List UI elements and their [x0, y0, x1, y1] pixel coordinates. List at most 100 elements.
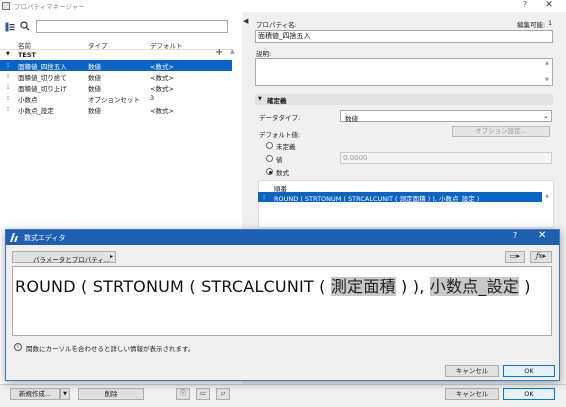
property-default: <数式>: [150, 107, 174, 115]
data-type-value: 数値: [345, 115, 358, 123]
window-titlebar: [0, 0, 566, 12]
column-header-type[interactable]: タイプ: [88, 40, 108, 50]
scroll-down-icon[interactable]: ▼: [545, 77, 549, 83]
property-row[interactable]: ⁝ 小数点_設定 数値 <数式>: [0, 104, 232, 115]
radio-undefined[interactable]: [266, 142, 273, 149]
property-name: 小数点: [18, 96, 38, 104]
definition-section-title: 確定義: [267, 97, 287, 105]
property-default: 3: [150, 94, 155, 102]
collapse-pane-icon[interactable]: ◀: [243, 17, 248, 25]
drag-handle-icon[interactable]: ⁝: [7, 61, 9, 69]
cancel-button[interactable]: キャンセル: [445, 388, 499, 400]
formula-editor-titlebar: [6, 230, 559, 245]
default-value-label: デフォルト値:: [259, 131, 301, 139]
formula-text[interactable]: ROUND ( STRTONUM ( STRCALCUNIT ( 測定面積 ) …: [15, 273, 531, 297]
function-icon: ƒx▸: [535, 252, 547, 260]
property-name-label: プロパティ名:: [256, 21, 297, 29]
drag-handle-icon[interactable]: ⁝: [7, 105, 9, 113]
property-row[interactable]: ⁝ 小数点 オプションセット 3: [0, 93, 232, 104]
data-type-label: データタイプ:: [259, 114, 301, 122]
import-icon[interactable]: ▭: [196, 388, 210, 400]
function-menu-button[interactable]: ƒx▸: [530, 251, 552, 263]
value-field[interactable]: 0.0000: [340, 152, 552, 164]
property-default: <数式>: [150, 63, 174, 71]
formula-token-decimal-setting[interactable]: 小数点_設定: [429, 277, 519, 296]
formula-help-button[interactable]: ?: [513, 231, 517, 240]
keyboard-icon: ▭▸: [509, 252, 521, 260]
column-header-name[interactable]: 名前: [18, 40, 31, 50]
formula-token-measured-area[interactable]: 測定面積: [330, 277, 396, 296]
property-default: <数式>: [150, 74, 174, 82]
add-property-icon[interactable]: +: [215, 48, 225, 58]
expression-text: ROUND ( STRTONUM ( STRCALCUNIT ( 測定面積 ) …: [274, 195, 480, 203]
new-button[interactable]: 新規作成...: [10, 388, 60, 400]
expand-arrow-icon[interactable]: ▼: [6, 51, 10, 57]
property-type: オプションセット: [88, 96, 140, 104]
formula-hint-text: 関数にカーソルを合わせると詳しい情報が表示されます。: [26, 345, 195, 353]
new-dropdown-icon[interactable]: ▼: [60, 388, 70, 400]
property-type: 数値: [88, 107, 101, 115]
property-type: 数値: [88, 85, 101, 93]
formula-editor-icon: [10, 233, 18, 242]
option-settings-button[interactable]: オプション設定...: [452, 126, 550, 137]
editable-value: 1: [548, 19, 553, 27]
drag-handle-icon[interactable]: ⁝: [7, 72, 9, 80]
radio-value-label: 値: [276, 156, 283, 164]
search-icon: [20, 21, 30, 31]
radio-value[interactable]: [266, 155, 273, 162]
property-name: 面積値_切り上げ: [18, 85, 67, 93]
drag-handle-icon[interactable]: ⁝: [263, 193, 265, 201]
property-type: 数値: [88, 74, 101, 82]
group-row-test[interactable]: ▼ TEST: [0, 50, 232, 60]
chevron-down-icon: ⌄: [543, 112, 549, 120]
formula-prefix: ROUND ( STRTONUM ( STRCALCUNIT (: [15, 277, 331, 296]
search-input[interactable]: [36, 20, 228, 33]
close-button[interactable]: ✕: [542, 0, 556, 12]
window-title: プロパティマネージャー: [14, 3, 85, 11]
menu-arrow-icon: ▸: [110, 253, 114, 260]
description-label: 説明:: [256, 50, 272, 58]
scroll-up-icon[interactable]: ▲: [545, 60, 549, 66]
editable-label: 編集可能:: [517, 21, 546, 29]
definition-section-header[interactable]: ▼ 確定義: [255, 94, 553, 105]
property-row[interactable]: ⁝ 面積値_四捨五入 数値 <数式>: [0, 60, 232, 71]
app-icon: [2, 2, 10, 10]
formula-cancel-button[interactable]: キャンセル: [445, 365, 499, 377]
drag-handle-icon[interactable]: ⁝: [7, 94, 9, 102]
property-row[interactable]: ⁝ 面積値_切り上げ 数値 <数式>: [0, 82, 232, 93]
parameters-properties-label: パラメータとプロパティ...: [33, 256, 111, 264]
property-name: 小数点_設定: [18, 107, 54, 115]
info-icon: i: [14, 343, 22, 351]
drag-handle-icon[interactable]: ⁝: [7, 83, 9, 91]
radio-formula-label: 数式: [276, 169, 289, 177]
keyboard-menu-button[interactable]: ▭▸: [505, 251, 525, 263]
filter-icon[interactable]: [5, 22, 15, 32]
info-icon[interactable]: ⓘ: [176, 388, 190, 400]
column-header-default[interactable]: デフォルト: [150, 40, 183, 50]
scroll-up-icon[interactable]: ▲: [230, 48, 238, 56]
section-collapse-icon[interactable]: ▼: [258, 96, 262, 102]
formula-middle: ) ),: [395, 277, 430, 296]
expression-row[interactable]: ⁝ ROUND ( STRTONUM ( STRCALCUNIT ( 測定面積 …: [258, 192, 542, 203]
property-default: <数式>: [150, 85, 174, 93]
group-label: TEST: [18, 51, 36, 59]
formula-ok-button[interactable]: OK: [503, 365, 555, 377]
expression-list: [258, 180, 554, 228]
property-name-field[interactable]: 面積値_四捨五入: [255, 30, 553, 43]
property-name: 面積値_切り捨て: [18, 74, 67, 82]
radio-undefined-label: 未定義: [276, 143, 296, 151]
radio-formula[interactable]: [266, 168, 273, 175]
ok-button[interactable]: OK: [503, 388, 555, 400]
help-button[interactable]: ?: [518, 0, 532, 12]
formula-editor-title: 数式エディタ: [24, 234, 66, 242]
data-type-select[interactable]: 数値 ⌄: [340, 110, 552, 123]
property-type: 数値: [88, 63, 101, 71]
formula-close-button[interactable]: ✕: [538, 230, 546, 241]
formula-suffix: ): [518, 277, 531, 296]
scroll-up-icon[interactable]: ▲: [545, 193, 549, 199]
export-icon[interactable]: ▱: [216, 388, 230, 400]
delete-button[interactable]: 削除: [78, 388, 144, 400]
parameters-properties-button[interactable]: パラメータとプロパティ... ▸: [12, 251, 116, 264]
property-row[interactable]: ⁝ 面積値_切り捨て 数値 <数式>: [0, 71, 232, 82]
description-field[interactable]: [255, 58, 553, 86]
